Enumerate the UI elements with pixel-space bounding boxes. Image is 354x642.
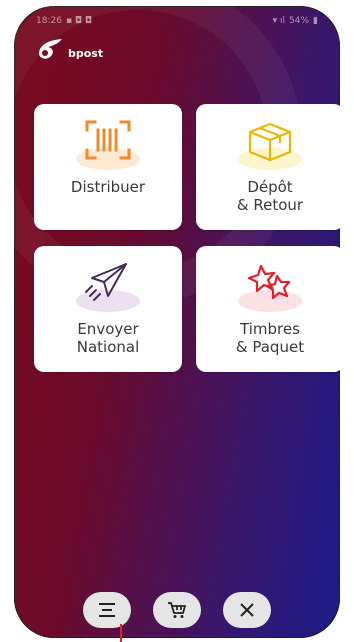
tile-envoyer-national[interactable]: Envoyer National [34, 246, 182, 372]
brand-name: bpost [68, 47, 104, 60]
close-button[interactable] [223, 592, 271, 628]
battery-level: 54% [289, 16, 310, 26]
notification-icons: ▪ ◘ ◘ [65, 16, 92, 26]
tile-distribuer[interactable]: Distribuer [34, 104, 182, 230]
barcode-scanner-icon [85, 120, 131, 160]
bpost-horn-icon [39, 39, 62, 59]
tile-label: Timbres & Paquet [235, 320, 305, 356]
tile-timbres-paquet[interactable]: Timbres & Paquet [196, 246, 340, 372]
menu-icon [99, 603, 115, 617]
bottom-action-bar [14, 592, 340, 628]
parcel-box-icon [248, 122, 292, 162]
app-screen: 18:26 ▪ ◘ ◘ ▾ ıl 54% ▮ bpost Distribuer … [14, 6, 340, 638]
cart-icon [168, 602, 186, 618]
status-bar: 18:26 ▪ ◘ ◘ ▾ ıl 54% ▮ [36, 14, 318, 28]
cart-button[interactable] [153, 592, 201, 628]
close-icon [240, 603, 254, 617]
signal-icon: ▾ ıl [272, 16, 286, 26]
paper-plane-icon [85, 263, 127, 301]
menu-button[interactable] [83, 592, 131, 628]
tile-label: Distribuer [70, 178, 146, 196]
tile-label: Dépôt & Retour [236, 178, 304, 214]
touch-pointer-indicator [120, 624, 122, 642]
tile-depot-retour[interactable]: Dépôt & Retour [196, 104, 340, 230]
status-time: 18:26 [36, 16, 62, 26]
battery-icon: ▮ [313, 16, 318, 26]
tile-label: Envoyer National [76, 320, 140, 356]
bpost-logo: bpost [36, 36, 103, 62]
stamp-stars-icon [247, 264, 291, 300]
